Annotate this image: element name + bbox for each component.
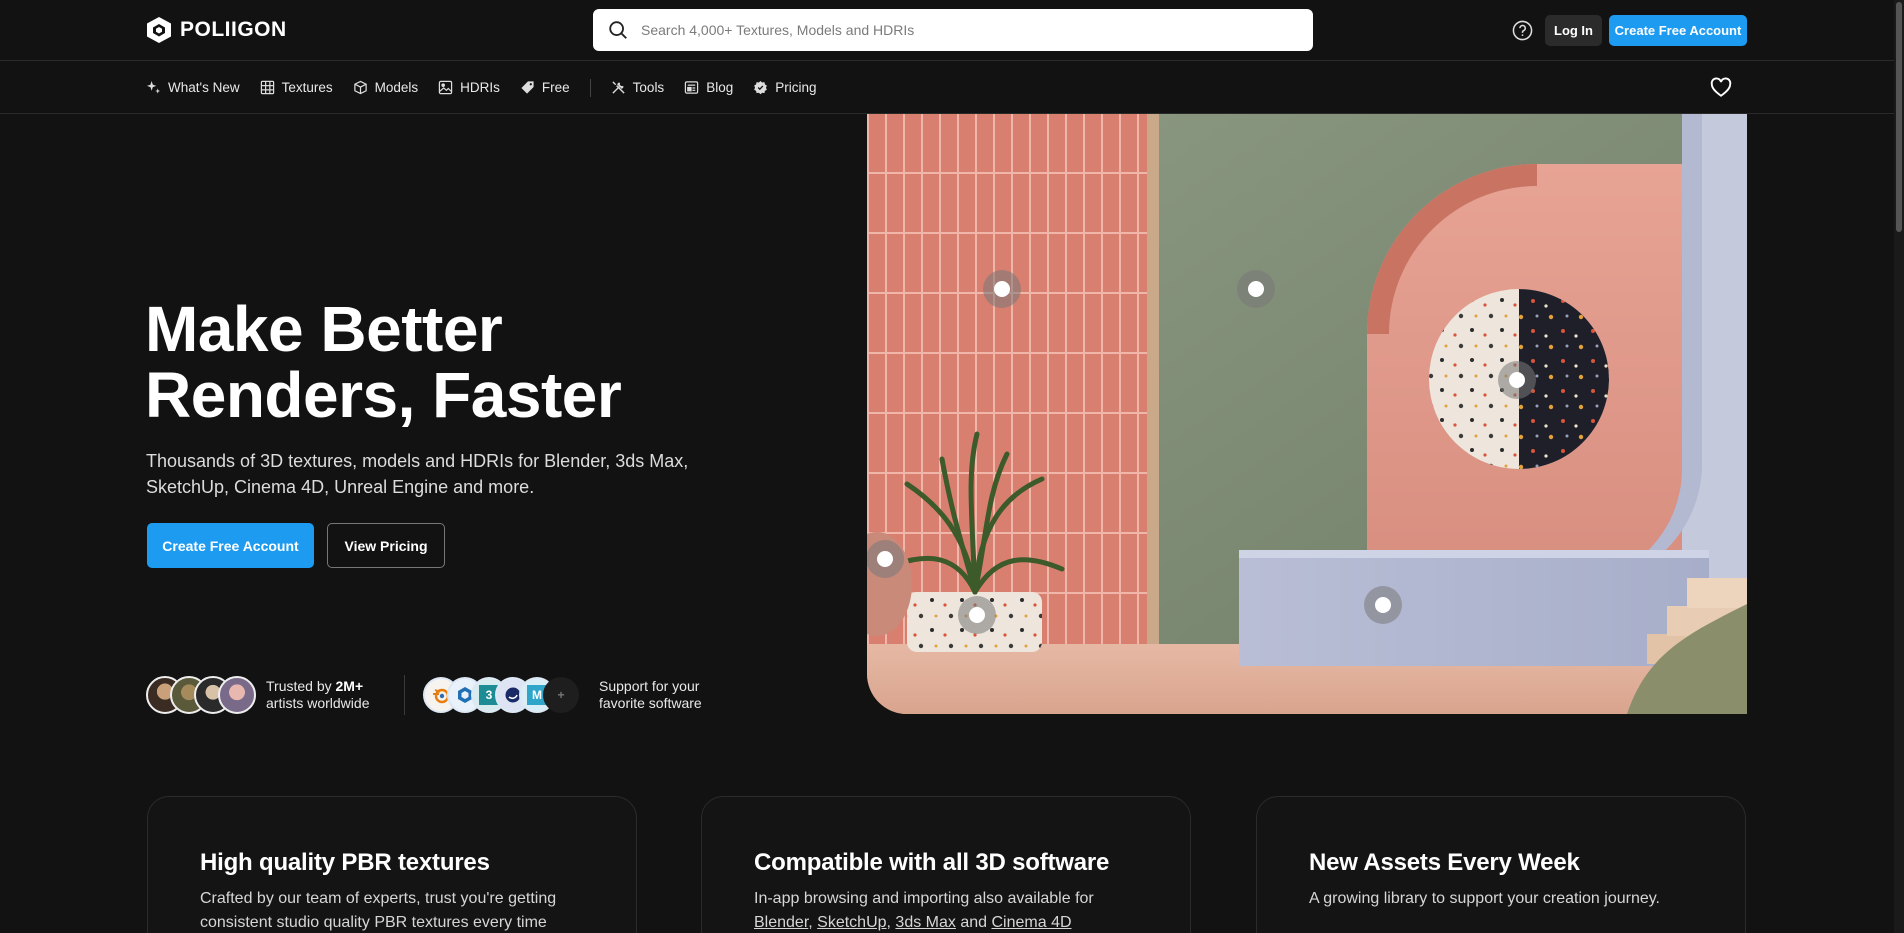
software-line-1: Support for your	[599, 678, 700, 694]
nav-item-whats-new[interactable]: What's New	[146, 80, 240, 95]
hero-create-account-button[interactable]: Create Free Account	[147, 523, 314, 568]
trust-prefix: Trusted by	[266, 678, 332, 694]
trust-row: Trusted by 2M+ artists worldwide 3 M + S…	[146, 675, 719, 715]
trust-divider	[404, 675, 405, 715]
software-line-2: favorite software	[599, 695, 702, 711]
link-separator: ,	[808, 914, 818, 931]
brand-name: POLIIGON	[180, 18, 287, 41]
main-nav: What's New Textures Models HDRIs Free To…	[0, 61, 1894, 114]
nav-divider	[589, 78, 591, 97]
software-icons: 3 M +	[423, 677, 579, 713]
image-icon	[438, 80, 453, 95]
card-text: Crafted by our team of experts, trust yo…	[200, 890, 557, 931]
nav-label: HDRIs	[460, 80, 500, 95]
nav-label: Free	[541, 80, 570, 95]
hotspot-wall[interactable]	[1237, 270, 1275, 308]
link-separator: and	[955, 914, 992, 931]
nav-item-free[interactable]: Free	[520, 80, 570, 95]
hero-subtitle: Thousands of 3D textures, models and HDR…	[146, 451, 689, 497]
card-title: New Assets Every Week	[1309, 849, 1580, 876]
link-cinema4d[interactable]: Cinema 4D	[991, 914, 1071, 931]
feature-card-pbr: High quality PBR textures Crafted by our…	[147, 796, 637, 933]
tools-icon	[612, 81, 625, 94]
card-text-prefix: In-app browsing and importing also avail…	[754, 890, 1094, 907]
feature-card-new-assets: New Assets Every Week A growing library …	[1256, 796, 1746, 933]
hotspot-planter[interactable]	[958, 596, 996, 634]
nav-label: What's New	[168, 80, 240, 95]
card-text: A growing library to support your creati…	[1309, 890, 1660, 907]
nav-label: Textures	[281, 80, 333, 95]
nav-item-tools[interactable]: Tools	[611, 80, 665, 95]
nav-item-hdris[interactable]: HDRIs	[438, 80, 500, 95]
hero-title: Make Better Renders, Faster	[145, 296, 745, 428]
link-blender[interactable]: Blender	[754, 914, 808, 931]
avatar	[218, 676, 256, 714]
search-bar[interactable]	[593, 9, 1313, 51]
card-title: High quality PBR textures	[200, 849, 490, 876]
card-title: Compatible with all 3D software	[754, 849, 1110, 876]
heart-icon[interactable]	[1710, 77, 1732, 98]
hero-title-line-1: Make Better	[145, 293, 503, 365]
link-3dsmax[interactable]: 3ds Max	[895, 914, 955, 931]
card-text: In-app browsing and importing also avail…	[754, 887, 1154, 933]
poliigon-logo-icon	[147, 17, 171, 43]
avatar-group	[146, 676, 256, 714]
link-sketchup[interactable]: SketchUp	[817, 914, 886, 931]
tag-icon	[521, 81, 534, 94]
hero-image	[867, 114, 1747, 714]
nav-item-textures[interactable]: Textures	[260, 80, 333, 95]
help-icon[interactable]	[1512, 20, 1533, 41]
software-support-text: Support for your favorite software	[599, 678, 719, 712]
hero-scene	[867, 114, 1747, 714]
scrollbar-thumb[interactable]	[1896, 2, 1902, 232]
trust-suffix: artists worldwide	[266, 695, 370, 711]
trust-text: Trusted by 2M+ artists worldwide	[266, 678, 386, 712]
hotspot-tiles[interactable]	[983, 270, 1021, 308]
hotspot-terrazzo[interactable]	[1498, 361, 1536, 399]
nav-item-models[interactable]: Models	[353, 80, 419, 95]
badge-icon	[754, 80, 768, 95]
nav-label: Tools	[632, 80, 665, 95]
blog-icon	[684, 81, 699, 94]
hero-title-line-2: Renders, Faster	[145, 359, 622, 431]
nav-label: Blog	[706, 80, 734, 95]
hotspot-vase[interactable]	[867, 540, 904, 578]
cube-icon	[353, 80, 367, 95]
nav-label: Pricing	[775, 80, 817, 95]
search-input[interactable]	[641, 22, 1281, 38]
search-icon	[609, 21, 627, 39]
trust-count: 2M+	[335, 678, 364, 694]
view-pricing-button[interactable]: View Pricing	[327, 523, 445, 568]
hotspot-plinth[interactable]	[1364, 586, 1402, 624]
grid-icon	[260, 80, 274, 95]
nav-item-blog[interactable]: Blog	[684, 80, 733, 95]
nav-label: Models	[374, 80, 419, 95]
poliigon-logo[interactable]: POLIIGON	[146, 16, 287, 44]
nav-item-pricing[interactable]: Pricing	[753, 80, 816, 95]
top-header: POLIIGON Log In Create Free Account	[0, 0, 1894, 61]
login-button[interactable]: Log In	[1545, 15, 1602, 46]
feature-card-compatible: Compatible with all 3D software In-app b…	[701, 796, 1191, 933]
create-account-button[interactable]: Create Free Account	[1609, 15, 1747, 46]
sparkle-icon	[146, 80, 161, 94]
more-icon: +	[543, 677, 579, 713]
page-scrollbar[interactable]	[1894, 0, 1904, 933]
